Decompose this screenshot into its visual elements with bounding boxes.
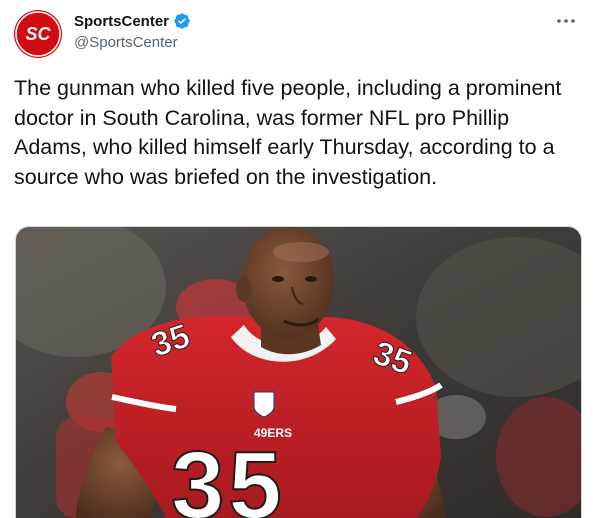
sportscenter-logo-icon: SC [15,11,61,57]
more-dots-icon [557,19,575,23]
author-name-row: SportsCenter [74,12,191,30]
football-player-photo: 35 35 49ERS 35 [16,227,581,518]
author-handle[interactable]: @SportsCenter [74,34,178,51]
avatar-logo-text: SC [25,24,51,44]
verified-badge-icon [173,12,191,30]
more-options-button[interactable] [553,8,579,34]
tweet-text: The gunman who killed five people, inclu… [14,76,562,189]
avatar[interactable]: SC [14,10,62,58]
tweet-card: SC SportsCenter @SportsCenter The gunman… [0,0,593,518]
jersey-chest-number: 35 [171,432,286,518]
author-display-name[interactable]: SportsCenter [74,13,169,30]
tweet-photo[interactable]: 35 35 49ERS 35 [15,226,582,518]
